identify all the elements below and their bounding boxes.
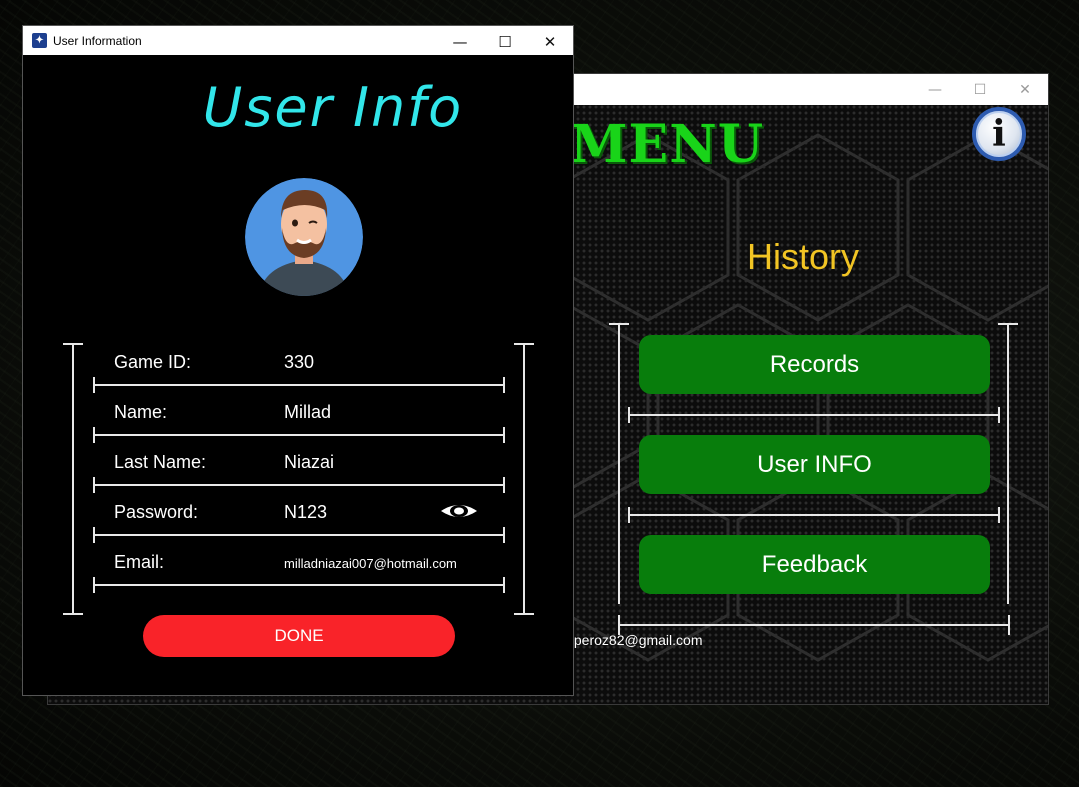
- done-button[interactable]: DONE: [143, 615, 455, 657]
- show-password-eye-icon[interactable]: [439, 501, 479, 521]
- password-value: N123: [284, 502, 328, 522]
- game-id-label: Game ID:: [114, 352, 192, 372]
- password-label: Password:: [114, 502, 199, 522]
- email-value: milladniazai007@hotmail.com: [284, 556, 457, 571]
- feedback-button[interactable]: Feedback: [639, 535, 990, 594]
- app-icon: ✦: [32, 33, 47, 48]
- last-name-label: Last Name:: [114, 452, 207, 472]
- user-maximize-button[interactable]: ☐: [482, 26, 528, 57]
- avatar: [245, 178, 363, 296]
- user-minimize-button[interactable]: —: [437, 26, 483, 57]
- name-label: Name:: [114, 402, 168, 422]
- email-label: Email:: [114, 552, 165, 572]
- records-button[interactable]: Records: [639, 335, 990, 394]
- user-titlebar[interactable]: ✦ User Information — ☐ ✕: [23, 26, 573, 55]
- last-name-value: Niazai: [284, 452, 335, 472]
- contact-email: tperoz82@gmail.com: [570, 632, 703, 648]
- user-info-heading: User Info: [202, 76, 464, 139]
- user-info-button[interactable]: User INFO: [639, 435, 990, 494]
- user-close-button[interactable]: ✕: [527, 26, 573, 57]
- game-id-value: 330: [284, 352, 315, 372]
- window-title: User Information: [53, 34, 142, 48]
- name-value: Millad: [284, 402, 332, 422]
- user-information-window: ✦ User Information — ☐ ✕ User Info Game …: [22, 25, 574, 696]
